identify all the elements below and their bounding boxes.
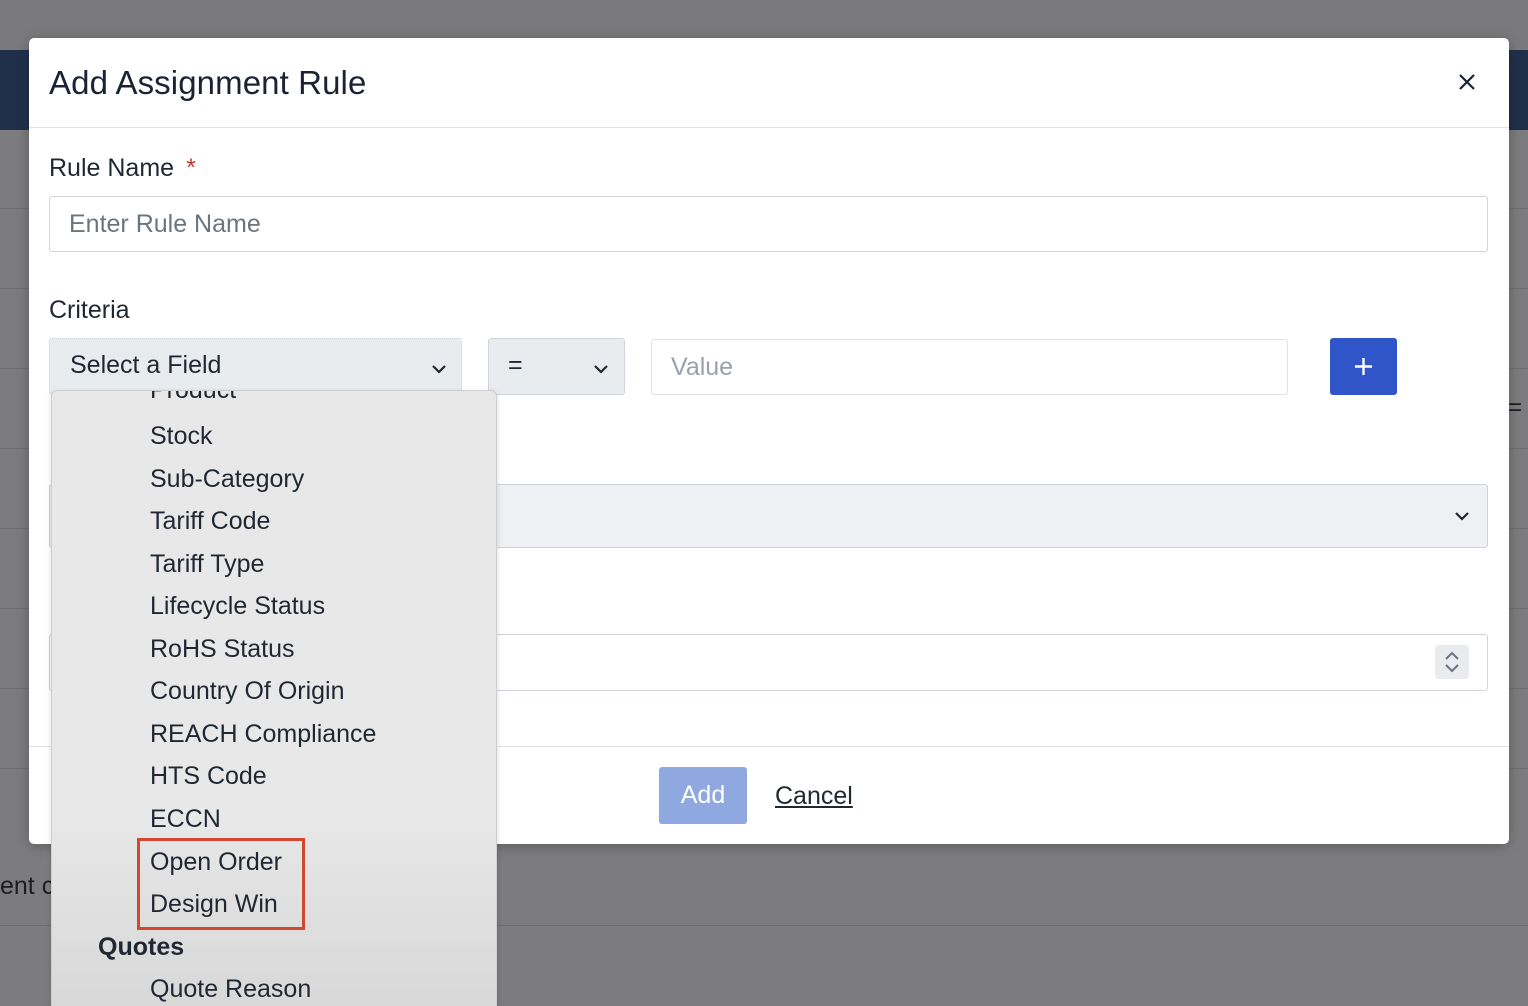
modal-header: Add Assignment Rule xyxy=(29,38,1509,128)
close-button[interactable] xyxy=(1451,66,1483,98)
required-mark: * xyxy=(186,154,196,182)
criteria-label: Criteria xyxy=(49,296,130,324)
plus-icon xyxy=(1355,358,1372,375)
dropdown-option-partial[interactable]: Product xyxy=(150,391,236,405)
modal-title: Add Assignment Rule xyxy=(49,64,367,101)
field-options-dropdown[interactable]: Product Stock Sub-Category Tariff Code T… xyxy=(51,390,497,1006)
background-partial-symbol: = xyxy=(1508,394,1523,421)
dropdown-option[interactable]: Stock xyxy=(150,422,213,451)
dropdown-option[interactable]: Sub-Category xyxy=(150,465,304,494)
dropdown-option[interactable]: Tariff Code xyxy=(150,507,270,536)
rule-name-label-text: Rule Name xyxy=(49,154,175,182)
cancel-link[interactable]: Cancel xyxy=(775,782,853,811)
rule-name-label: Rule Name * xyxy=(49,154,196,183)
dropdown-group-label: Quotes xyxy=(98,933,185,961)
spinner-arrows-icon xyxy=(1445,651,1459,673)
dropdown-option-design-win[interactable]: Design Win xyxy=(150,890,278,919)
dropdown-option[interactable]: RoHS Status xyxy=(150,635,295,664)
chevron-down-icon xyxy=(432,365,446,374)
dropdown-option[interactable]: Tariff Type xyxy=(150,550,264,579)
background-partial-text: ent c xyxy=(0,872,55,900)
dropdown-option[interactable]: ECCN xyxy=(150,805,221,834)
dropdown-option-open-order[interactable]: Open Order xyxy=(150,848,282,877)
add-button[interactable]: Add xyxy=(659,767,747,824)
close-icon xyxy=(1459,74,1475,90)
dropdown-option[interactable]: Country Of Origin xyxy=(150,677,345,706)
field-select[interactable]: Select a Field xyxy=(49,338,462,395)
dropdown-option[interactable]: REACH Compliance xyxy=(150,720,376,749)
dropdown-option[interactable]: HTS Code xyxy=(150,762,267,791)
dropdown-option[interactable]: Lifecycle Status xyxy=(150,592,325,621)
add-criteria-button[interactable] xyxy=(1330,338,1397,395)
operator-select[interactable]: = xyxy=(488,338,625,395)
rule-name-input[interactable] xyxy=(49,196,1488,252)
chevron-down-icon xyxy=(594,365,608,374)
criteria-value-input[interactable] xyxy=(651,339,1288,395)
dropdown-option[interactable]: Quote Reason xyxy=(150,975,311,1004)
operator-select-value: = xyxy=(508,351,523,379)
chevron-down-icon xyxy=(1455,512,1469,521)
number-spinner[interactable] xyxy=(1435,645,1469,679)
field-select-value: Select a Field xyxy=(70,351,222,379)
